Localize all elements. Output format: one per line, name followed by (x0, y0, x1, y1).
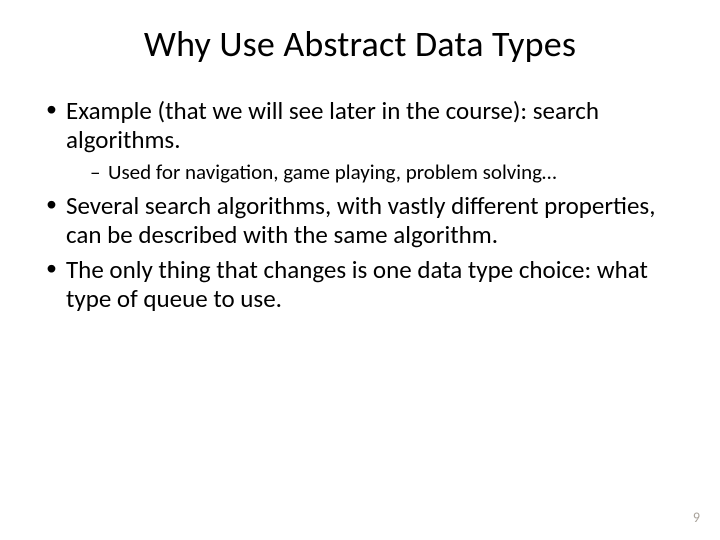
bullet-text: Several search algorithms, with vastly d… (66, 190, 655, 250)
sub-bullet-item: Used for navigation, game playing, probl… (90, 160, 692, 185)
sub-bullet-list: Used for navigation, game playing, probl… (66, 160, 692, 185)
bullet-item: The only thing that changes is one data … (46, 255, 692, 313)
page-number: 9 (693, 509, 700, 526)
bullet-text: Example (that we will see later in the c… (66, 95, 599, 155)
bullet-item: Several search algorithms, with vastly d… (46, 191, 692, 249)
bullet-list: Example (that we will see later in the c… (28, 96, 692, 313)
slide-title: Why Use Abstract Data Types (28, 22, 692, 66)
bullet-text: The only thing that changes is one data … (66, 254, 648, 314)
bullet-item: Example (that we will see later in the c… (46, 96, 692, 185)
sub-bullet-text: Used for navigation, game playing, probl… (108, 159, 557, 185)
